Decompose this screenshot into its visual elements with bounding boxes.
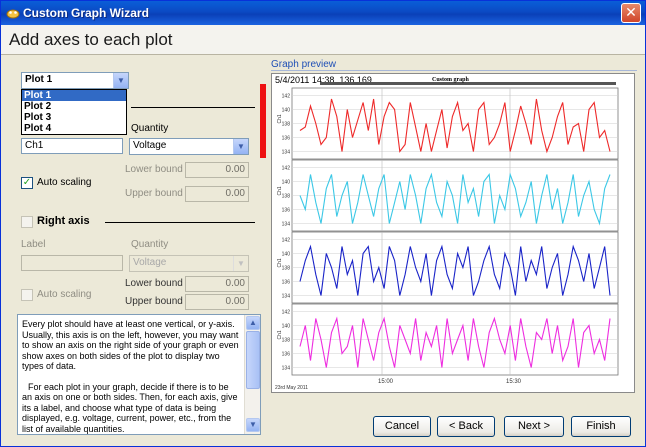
plot-dropdown-list[interactable]: Plot 1 Plot 2 Plot 3 Plot 4 [21, 89, 127, 135]
left-quantity-label: Quantity [131, 123, 169, 134]
title-bar[interactable]: Custom Graph Wizard ✕ [1, 1, 645, 25]
selected-plot-marker [260, 84, 266, 158]
channel-label: Ch1 [277, 186, 283, 195]
right-axis-divider [105, 222, 255, 223]
right-auto-scaling-checkbox[interactable] [21, 289, 33, 301]
y-tick-label: 136 [282, 208, 291, 214]
y-tick-label: 134 [282, 222, 291, 228]
plot-select-value: Plot 1 [25, 74, 53, 85]
y-tick-label: 134 [282, 294, 291, 300]
channel-label: Ch1 [277, 258, 283, 267]
right-quantity-select[interactable]: Voltage ▼ [129, 255, 249, 272]
scroll-down-button[interactable]: ▼ [246, 418, 260, 432]
left-label-input[interactable]: Ch1 [21, 138, 123, 154]
help-paragraph-1: Every plot should have at least one vert… [22, 319, 239, 371]
y-tick-label: 140 [282, 252, 291, 258]
y-tick-label: 134 [282, 366, 291, 372]
channel-label: Ch1 [277, 114, 283, 123]
graph-preview-label: Graph preview [271, 59, 337, 70]
close-icon: ✕ [625, 4, 637, 20]
next-button[interactable]: Next > [504, 416, 564, 437]
plot-option-2[interactable]: Plot 2 [22, 101, 126, 112]
plot-select[interactable]: Plot 1 ▼ [21, 72, 129, 89]
back-button[interactable]: < Back [437, 416, 495, 437]
close-button[interactable]: ✕ [621, 3, 641, 23]
help-text-box[interactable]: Every plot should have at least one vert… [17, 314, 261, 435]
chevron-down-icon[interactable]: ▼ [113, 73, 128, 88]
x-tick-label: 15:30 [506, 379, 522, 385]
y-tick-label: 142 [282, 166, 291, 172]
check-icon: ✓ [22, 177, 32, 188]
y-tick-label: 140 [282, 108, 291, 114]
window-title: Custom Graph Wizard [23, 6, 149, 20]
graph-preview[interactable]: 5/4/2011 14:38, 136.169 Custom graph 142… [271, 73, 635, 393]
graph-title: Custom graph [432, 77, 470, 83]
right-lower-bound-label: Lower bound [125, 278, 183, 289]
chevron-up-icon: ▲ [249, 318, 257, 327]
plot-option-1[interactable]: Plot 1 [22, 90, 126, 101]
x-date-label: 23rd May 2011 [275, 385, 308, 391]
left-auto-scaling-label: Auto scaling [37, 177, 92, 188]
y-tick-label: 136 [282, 136, 291, 142]
right-axis-title: Right axis [37, 215, 90, 227]
cancel-button[interactable]: Cancel [373, 416, 431, 437]
y-tick-label: 134 [282, 150, 291, 156]
chevron-down-icon: ▼ [249, 420, 257, 429]
right-quantity-label: Quantity [131, 239, 169, 250]
app-icon [6, 9, 20, 19]
right-quantity-value: Voltage [133, 257, 167, 268]
right-axis-checkbox[interactable] [21, 216, 33, 228]
right-label-input[interactable] [21, 255, 123, 271]
x-tick-label: 15:00 [378, 379, 394, 385]
left-upper-bound-label: Upper bound [125, 188, 183, 199]
y-tick-label: 140 [282, 324, 291, 330]
help-scrollbar[interactable]: ▲ ▼ [244, 315, 260, 434]
right-auto-scaling-label: Auto scaling [37, 289, 92, 300]
plot-option-3[interactable]: Plot 3 [22, 112, 126, 123]
left-axis-divider [131, 107, 255, 108]
chevron-down-icon[interactable]: ▼ [233, 256, 248, 271]
y-tick-label: 142 [282, 94, 291, 100]
y-tick-label: 142 [282, 238, 291, 244]
finish-button[interactable]: Finish [571, 416, 631, 437]
left-quantity-select[interactable]: Voltage ▼ [129, 138, 249, 155]
y-tick-label: 136 [282, 352, 291, 358]
right-label-label: Label [21, 239, 46, 250]
chevron-down-icon[interactable]: ▼ [233, 139, 248, 154]
channel-label: Ch1 [277, 330, 283, 339]
right-lower-bound-input[interactable]: 0.00 [185, 276, 249, 292]
graph-preview-divider [271, 70, 637, 71]
help-text: Every plot should have at least one vert… [22, 319, 240, 434]
plot-option-4[interactable]: Plot 4 [22, 123, 126, 134]
left-quantity-value: Voltage [133, 140, 167, 151]
wizard-header: Add axes to each plot [1, 25, 645, 55]
graph-preview-svg: 5/4/2011 14:38, 136.169 Custom graph 142… [272, 74, 634, 392]
wizard-window: Custom Graph Wizard ✕ Add axes to each p… [0, 0, 646, 447]
left-lower-bound-input[interactable]: 0.00 [185, 162, 249, 178]
left-lower-bound-label: Lower bound [125, 164, 183, 175]
y-tick-label: 142 [282, 310, 291, 316]
page-title: Add axes to each plot [9, 30, 173, 49]
right-upper-bound-label: Upper bound [125, 296, 183, 307]
scroll-up-button[interactable]: ▲ [246, 316, 260, 330]
help-paragraph-2: For each plot in your graph, decide if t… [22, 381, 238, 434]
y-tick-label: 140 [282, 180, 291, 186]
left-auto-scaling-checkbox[interactable]: ✓ [21, 177, 33, 189]
right-upper-bound-input[interactable]: 0.00 [185, 294, 249, 310]
wizard-content: Plot 1 ▼ Plot 1 Plot 2 Plot 3 Plot 4 Qua… [1, 56, 645, 446]
left-upper-bound-input[interactable]: 0.00 [185, 186, 249, 202]
scroll-thumb[interactable] [246, 331, 260, 389]
y-tick-label: 136 [282, 280, 291, 286]
